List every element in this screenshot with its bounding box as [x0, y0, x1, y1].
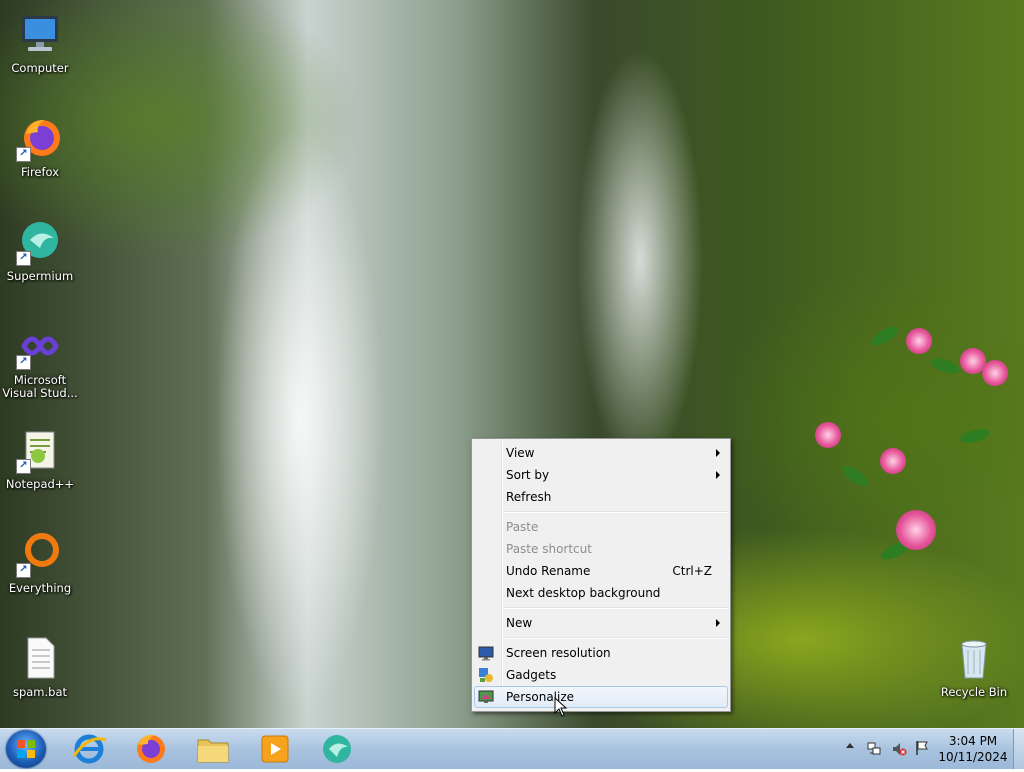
desktop-icon-visual-studio[interactable]: ↗ Microsoft Visual Stud... — [2, 314, 78, 404]
show-desktop-button[interactable] — [1013, 729, 1024, 769]
desktop-icon-label: Recycle Bin — [940, 685, 1008, 699]
taskbar-supermium[interactable] — [310, 732, 364, 766]
menu-item-view[interactable]: View — [474, 442, 728, 464]
desktop-background[interactable]: Computer ↗ Firefox ↗ Supermium ↗ Microso… — [0, 0, 1024, 728]
desktop-icon-everything[interactable]: ↗ Everything — [2, 522, 78, 612]
menu-item-refresh[interactable]: Refresh — [474, 486, 728, 508]
taskbar-media-player[interactable] — [248, 732, 302, 766]
menu-item-paste[interactable]: Paste — [474, 516, 728, 538]
clock-time[interactable]: 3:04 PM — [937, 734, 1009, 748]
wallpaper-flower — [815, 422, 841, 448]
menu-item-label: View — [506, 446, 535, 460]
desktop-icon-computer[interactable]: Computer — [2, 2, 78, 92]
windows-logo-icon — [17, 740, 35, 758]
desktop-context-menu: View Sort by Refresh Paste Paste shortcu… — [471, 438, 731, 712]
clock-date[interactable]: 10/11/2024 — [937, 750, 1009, 764]
submenu-arrow-icon — [716, 471, 720, 479]
wallpaper-leaf — [928, 355, 962, 377]
shortcut-arrow-icon: ↗ — [16, 563, 31, 578]
wallpaper-flower — [982, 360, 1008, 386]
taskbar-firefox[interactable] — [124, 732, 178, 766]
menu-item-gadgets[interactable]: Gadgets — [474, 664, 728, 686]
submenu-arrow-icon — [716, 449, 720, 457]
file-explorer-icon — [197, 739, 229, 763]
menu-item-label: Paste — [506, 520, 539, 534]
menu-item-shortcut: Ctrl+Z — [672, 564, 712, 578]
shortcut-arrow-icon: ↗ — [16, 355, 31, 370]
menu-item-label: Refresh — [506, 490, 552, 504]
desktop-icon-label: spam.bat — [12, 685, 68, 699]
visual-studio-icon: ↗ — [16, 322, 64, 370]
desktop-icon-recycle-bin[interactable]: Recycle Bin — [936, 626, 1012, 716]
recycle-bin-icon — [950, 634, 998, 682]
menu-item-label: Gadgets — [506, 668, 557, 682]
supermium-icon — [323, 735, 351, 763]
menu-item-undo-rename[interactable]: Undo Rename Ctrl+Z — [474, 560, 728, 582]
menu-item-label: Undo Rename — [506, 564, 591, 578]
shortcut-arrow-icon: ↗ — [16, 147, 31, 162]
desktop-icon-label: Microsoft Visual Stud... — [2, 373, 78, 400]
taskbar-internet-explorer[interactable] — [62, 732, 116, 766]
menu-item-label: Next desktop background — [506, 586, 661, 600]
menu-item-sort-by[interactable]: Sort by — [474, 464, 728, 486]
desktop-icon-label: Firefox — [20, 165, 60, 179]
menu-item-new[interactable]: New — [474, 612, 728, 634]
desktop-icon-label: Supermium — [6, 269, 74, 283]
personalize-icon — [478, 689, 494, 705]
desktop-icon-label: Computer — [11, 61, 69, 75]
menu-item-personalize[interactable]: Personalize — [474, 686, 728, 708]
menu-item-screen-resolution[interactable]: Screen resolution — [474, 642, 728, 664]
desktop-icon-spam-bat[interactable]: spam.bat — [2, 626, 78, 716]
gadgets-icon — [478, 667, 494, 683]
menu-item-label: Screen resolution — [506, 646, 611, 660]
desktop-icon-supermium[interactable]: ↗ Supermium — [2, 210, 78, 300]
show-hidden-icons-button[interactable] — [846, 743, 854, 748]
wallpaper-flower — [880, 448, 906, 474]
wallpaper-leaf — [869, 323, 901, 349]
wallpaper-flower — [906, 328, 932, 354]
wallpaper-leaf — [839, 462, 871, 490]
firefox-icon — [137, 734, 165, 763]
menu-item-label: Paste shortcut — [506, 542, 592, 556]
menu-item-next-desktop-background[interactable]: Next desktop background — [474, 582, 728, 604]
shortcut-arrow-icon: ↗ — [16, 459, 31, 474]
start-button[interactable] — [6, 730, 46, 768]
menu-item-paste-shortcut[interactable]: Paste shortcut — [474, 538, 728, 560]
batch-file-icon — [16, 634, 64, 682]
desktop-icon-notepadpp[interactable]: ↗ Notepad++ — [2, 418, 78, 508]
wallpaper-leaf — [958, 426, 992, 446]
notepadpp-icon: ↗ — [16, 426, 64, 474]
internet-explorer-icon — [72, 734, 107, 764]
everything-search-icon: ↗ — [16, 530, 64, 578]
supermium-icon: ↗ — [16, 218, 64, 266]
wallpaper-flower — [896, 510, 936, 550]
menu-item-label: Sort by — [506, 468, 550, 482]
submenu-arrow-icon — [716, 619, 720, 627]
menu-separator — [504, 607, 728, 609]
action-center-flag-icon[interactable] — [914, 740, 930, 756]
menu-separator — [504, 511, 728, 513]
desktop-icon-label: Everything — [8, 581, 72, 595]
network-icon[interactable] — [866, 741, 882, 757]
menu-separator — [504, 637, 728, 639]
taskbar-file-explorer[interactable] — [186, 732, 240, 766]
taskbar: 3:04 PM 10/11/2024 — [0, 728, 1024, 769]
shortcut-arrow-icon: ↗ — [16, 251, 31, 266]
screen-resolution-icon — [478, 645, 494, 661]
desktop-icon-firefox[interactable]: ↗ Firefox — [2, 106, 78, 196]
menu-item-label: New — [506, 616, 533, 630]
firefox-icon: ↗ — [16, 114, 64, 162]
media-player-icon — [261, 735, 289, 763]
volume-muted-icon[interactable] — [891, 741, 907, 757]
desktop-icon-label: Notepad++ — [5, 477, 75, 491]
computer-icon — [16, 10, 64, 58]
